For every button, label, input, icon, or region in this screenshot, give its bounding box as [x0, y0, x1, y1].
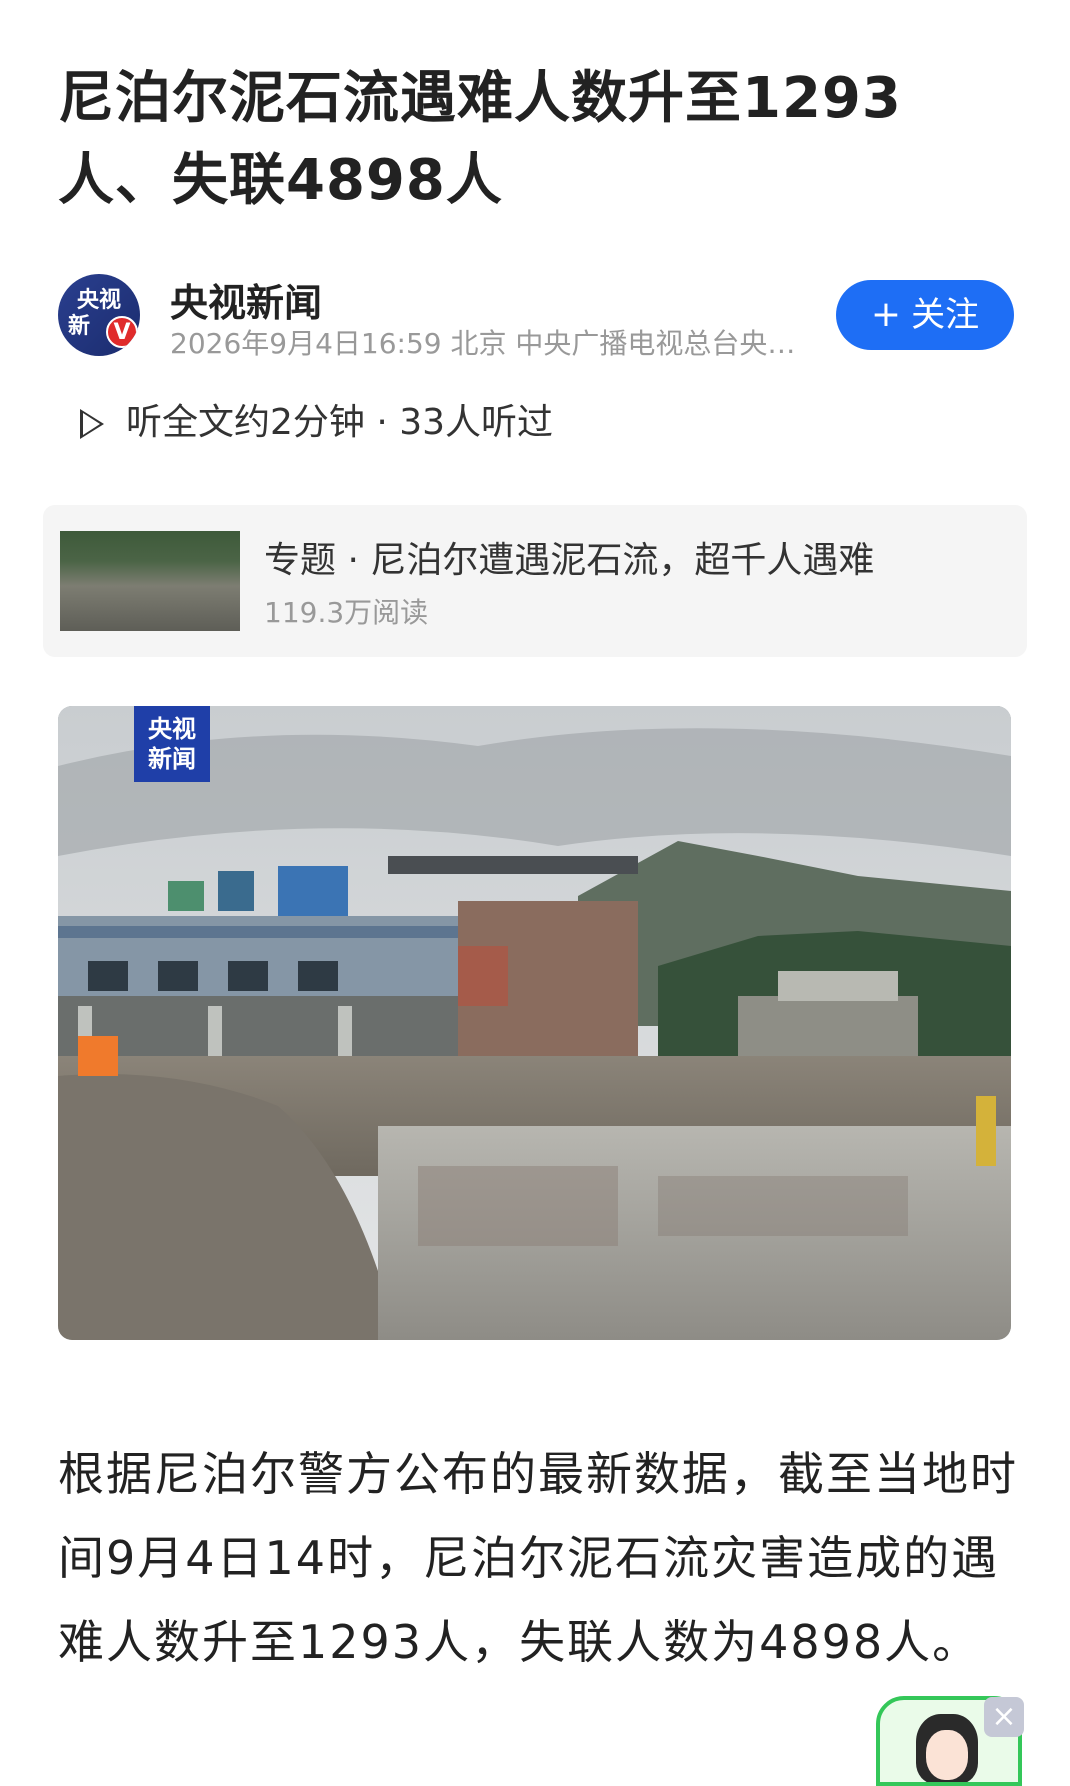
follow-button[interactable]: + 关注: [836, 280, 1014, 350]
verified-badge-icon: V: [106, 316, 138, 348]
author-row: 央视 新 V 央视新闻 2026年9月4日16:59 北京 中央广播电视总台央……: [58, 272, 1018, 362]
topic-title: 专题 · 尼泊尔遭遇泥石流，超千人遇难: [264, 540, 875, 581]
hero-image[interactable]: 央视 新闻: [58, 706, 1011, 1340]
follow-label: 关注: [911, 295, 980, 335]
play-icon: [80, 409, 104, 439]
listen-full-text-button[interactable]: 听全文约2分钟 · 33人听过: [80, 398, 553, 448]
author-name[interactable]: 央视新闻: [170, 272, 322, 327]
topic-card[interactable]: 专题 · 尼泊尔遭遇泥石流，超千人遇难 119.3万阅读: [43, 505, 1027, 657]
plus-icon: +: [870, 294, 902, 335]
topic-thumbnail: [60, 531, 240, 631]
hero-logo-line1: 央视: [148, 715, 196, 743]
author-meta: 2026年9月4日16:59 北京 中央广播电视总台央…: [170, 327, 796, 360]
avatar-text-line1: 央视: [76, 288, 121, 313]
author-avatar[interactable]: 央视 新 V: [58, 274, 140, 356]
cctv-news-logo: 央视 新闻: [134, 706, 210, 782]
article-title: 尼泊尔泥石流遇难人数升至1293人、失联4898人: [58, 66, 902, 213]
assistant-avatar-icon: [916, 1714, 978, 1782]
listen-label: 听全文约2分钟 · 33人听过: [126, 402, 554, 443]
hero-photo: [58, 706, 1011, 1340]
hero-logo-line2: 新闻: [148, 745, 196, 773]
topic-read-count: 119.3万阅读: [264, 596, 429, 629]
article-body-paragraph: 根据尼泊尔警方公布的最新数据，截至当地时间9月4日14时，尼泊尔泥石流灾害造成的…: [58, 1447, 1018, 1669]
close-icon[interactable]: ×: [984, 1697, 1024, 1737]
